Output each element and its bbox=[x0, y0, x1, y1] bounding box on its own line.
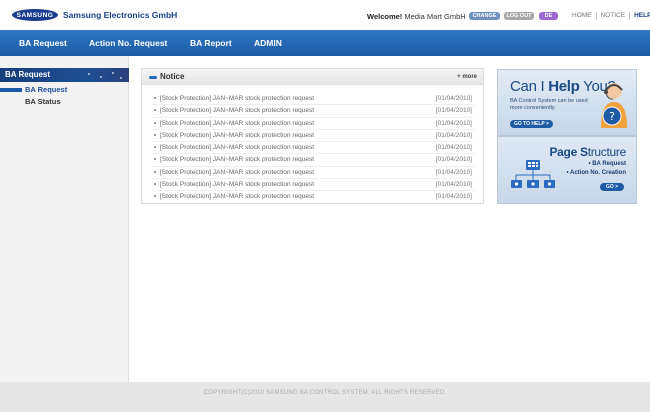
notice-text[interactable]: [Stock Protection] JAN~MAR stock protect… bbox=[160, 181, 314, 188]
notice-date: [01/04/2010] bbox=[435, 156, 472, 164]
notice-text[interactable]: [Stock Protection] JAN~MAR stock protect… bbox=[160, 144, 314, 151]
notice-header: Notice + more bbox=[142, 69, 483, 85]
bullet-icon bbox=[154, 195, 156, 198]
notice-text[interactable]: [Stock Protection] JAN~MAR stock protect… bbox=[160, 95, 314, 102]
nav-ba-report[interactable]: BA Report bbox=[190, 38, 232, 48]
notice-date: [01/04/2010] bbox=[435, 144, 472, 152]
notice-row[interactable]: [Stock Protection] JAN~MAR stock protect… bbox=[152, 130, 474, 143]
notice-row[interactable]: [Stock Protection] JAN~MAR stock protect… bbox=[152, 167, 474, 180]
sidebar-item-ba-status[interactable]: BA Status bbox=[25, 97, 61, 106]
main-nav: BA Request Action No. Request BA Report … bbox=[0, 30, 650, 56]
brand-name: Samsung Electronics GmbH bbox=[63, 10, 178, 20]
page-title-rest: tructure bbox=[587, 145, 627, 159]
notice-panel: Notice + more [Stock Protection] JAN~MAR… bbox=[141, 68, 484, 204]
active-marker-icon bbox=[0, 88, 22, 92]
go-to-help-button[interactable]: GO TO HELP > bbox=[510, 120, 553, 128]
bullet-icon bbox=[154, 97, 156, 99]
welcome-label: Welcome! bbox=[367, 12, 403, 21]
footer: COPYRIGHT(C)2010 SAMSUNG BA CONTROL SYST… bbox=[0, 382, 650, 412]
help-title-pre: Can I bbox=[510, 78, 549, 95]
sidebar-title-text: BA Request bbox=[5, 70, 51, 79]
nav-action-no-request[interactable]: Action No. Request bbox=[89, 38, 167, 48]
sidebar-title: BA Request bbox=[0, 68, 129, 82]
bullet-icon bbox=[154, 170, 156, 173]
bullet-icon bbox=[154, 133, 156, 136]
notice-row[interactable]: [Stock Protection] JAN~MAR stock protect… bbox=[152, 118, 474, 130]
samsung-logo[interactable]: SAMSUNG bbox=[12, 9, 58, 21]
notice-dash-icon bbox=[149, 76, 157, 79]
page-structure-item: • Action No. Creation bbox=[566, 170, 626, 176]
language-button[interactable]: DE bbox=[539, 12, 558, 20]
nav-ba-request[interactable]: BA Request bbox=[19, 38, 67, 48]
notice-row[interactable]: [Stock Protection] JAN~MAR stock protect… bbox=[152, 142, 474, 155]
notice-row[interactable]: [Stock Protection] JAN~MAR stock protect… bbox=[152, 105, 474, 118]
top-header: SAMSUNG Samsung Electronics GmbH Welcome… bbox=[0, 0, 650, 30]
nav-admin[interactable]: ADMIN bbox=[254, 38, 282, 48]
notice-date: [01/04/2010] bbox=[435, 193, 472, 201]
notice-title: Notice bbox=[160, 72, 185, 81]
welcome-text: Welcome! Media Mart GmbH bbox=[367, 12, 466, 21]
page-structure-banner[interactable]: Page Structure • BA Request • Action No.… bbox=[497, 136, 637, 204]
sidebar-item-ba-request[interactable]: BA Request bbox=[25, 85, 67, 94]
svg-text:?: ? bbox=[609, 110, 615, 123]
help-banner[interactable]: Can I Help You? BA Control System can be… bbox=[497, 69, 637, 136]
bullet-icon bbox=[154, 121, 156, 124]
notice-more-link[interactable]: + more bbox=[457, 74, 477, 80]
notice-list: [Stock Protection] JAN~MAR stock protect… bbox=[152, 93, 474, 204]
notice-text[interactable]: [Stock Protection] JAN~MAR stock protect… bbox=[160, 156, 314, 163]
help-title-bold: Help bbox=[548, 78, 580, 95]
notice-text[interactable]: [Stock Protection] JAN~MAR stock protect… bbox=[160, 132, 314, 139]
notice-row[interactable]: [Stock Protection] JAN~MAR stock protect… bbox=[152, 154, 474, 167]
notice-row[interactable]: [Stock Protection] JAN~MAR stock protect… bbox=[152, 93, 474, 106]
change-button[interactable]: CHANGE bbox=[469, 12, 500, 20]
notice-link[interactable]: NOTICE bbox=[595, 12, 630, 20]
notice-date: [01/04/2010] bbox=[435, 168, 472, 176]
notice-text[interactable]: [Stock Protection] JAN~MAR stock protect… bbox=[160, 107, 314, 114]
support-agent-icon: ? bbox=[601, 83, 627, 128]
sitemap-diagram-icon bbox=[511, 160, 555, 188]
notice-row[interactable]: [Stock Protection] JAN~MAR stock protect… bbox=[152, 191, 474, 203]
stars-decoration-icon bbox=[85, 70, 125, 80]
bullet-icon bbox=[154, 183, 156, 186]
page-structure-item: • BA Request bbox=[588, 161, 626, 167]
logout-button[interactable]: LOG OUT bbox=[504, 12, 534, 20]
page-structure-title: Page Structure bbox=[549, 145, 626, 159]
left-sidebar: BA Request BA Request BA Status bbox=[0, 56, 129, 382]
help-banner-description: BA Control System can be used more conve… bbox=[510, 98, 588, 111]
notice-date: [01/04/2010] bbox=[435, 95, 472, 102]
bullet-icon bbox=[154, 109, 156, 112]
home-link[interactable]: HOME bbox=[572, 12, 596, 20]
notice-date: [01/04/2010] bbox=[435, 119, 472, 127]
bullet-icon bbox=[154, 146, 156, 149]
notice-date: [01/04/2010] bbox=[435, 131, 472, 139]
notice-text[interactable]: [Stock Protection] JAN~MAR stock protect… bbox=[160, 193, 314, 200]
notice-text[interactable]: [Stock Protection] JAN~MAR stock protect… bbox=[160, 169, 314, 176]
notice-date: [01/04/2010] bbox=[435, 107, 472, 115]
notice-row[interactable]: [Stock Protection] JAN~MAR stock protect… bbox=[152, 179, 474, 192]
go-button[interactable]: GO > bbox=[600, 183, 624, 191]
notice-date: [01/04/2010] bbox=[435, 181, 472, 189]
page-title-bold: Page S bbox=[549, 145, 588, 159]
copyright-text: COPYRIGHT(C)2010 SAMSUNG BA CONTROL SYST… bbox=[203, 390, 447, 396]
notice-text[interactable]: [Stock Protection] JAN~MAR stock protect… bbox=[160, 120, 314, 127]
user-name: Media Mart GmbH bbox=[404, 12, 466, 21]
help-link[interactable]: HELP bbox=[629, 12, 650, 20]
top-links: HOME NOTICE HELP bbox=[572, 12, 650, 20]
bullet-icon bbox=[154, 158, 156, 161]
